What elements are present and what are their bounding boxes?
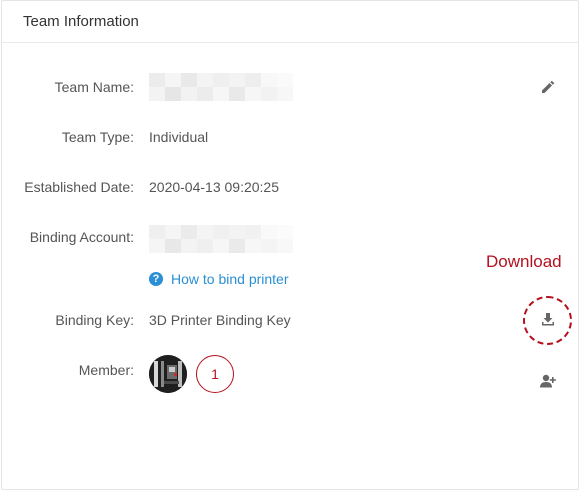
edit-team-name-button[interactable]	[537, 76, 559, 98]
how-to-bind-printer-link[interactable]: ? How to bind printer	[149, 271, 289, 287]
team-type-label: Team Type:	[61, 129, 134, 145]
card-header: Team Information	[2, 1, 578, 43]
team-name-value-redacted	[149, 73, 293, 101]
team-name-label: Team Name:	[54, 79, 134, 95]
download-binding-key-button[interactable]	[537, 308, 559, 330]
established-date-label: Established Date:	[24, 179, 134, 195]
add-user-icon	[540, 374, 556, 388]
download-icon	[542, 313, 554, 326]
printer-avatar-icon	[149, 355, 187, 393]
card-title: Team Information	[23, 13, 139, 30]
established-date-value: 2020-04-13 09:20:25	[149, 179, 279, 195]
member-count-badge: 1	[196, 355, 234, 393]
binding-account-value-redacted	[149, 225, 293, 253]
member-label: Member:	[78, 362, 134, 378]
add-member-button[interactable]	[537, 370, 559, 392]
binding-key-value: 3D Printer Binding Key	[149, 312, 291, 328]
pencil-icon	[542, 80, 555, 93]
member-avatar[interactable]	[149, 355, 187, 393]
binding-key-label: Binding Key:	[55, 312, 134, 328]
binding-account-label: Binding Account:	[29, 229, 134, 245]
team-type-value: Individual	[149, 129, 209, 145]
how-to-bind-printer-text: How to bind printer	[171, 271, 289, 287]
download-annotation-label: Download	[486, 252, 562, 271]
question-icon: ?	[149, 272, 163, 286]
